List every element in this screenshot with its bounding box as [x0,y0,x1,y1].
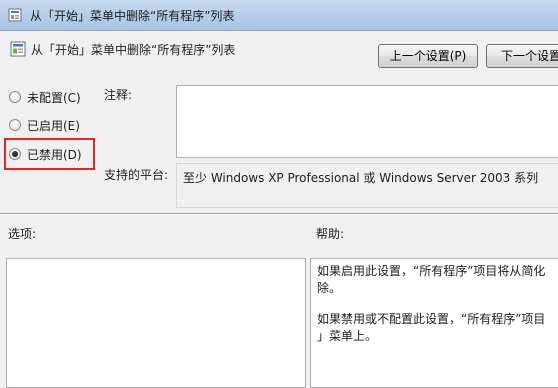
platform-label: 支持的平台: [104,168,169,182]
help-panel[interactable]: 如果启用此设置，“所有程序”项目将从简化 除。 如果禁用或不配置此设置，“所有程… [310,258,558,388]
radio-not-configured[interactable]: 未配置(C) [9,88,81,106]
help-label: 帮助: [316,227,345,241]
comment-label: 注释: [104,88,133,102]
comment-textarea[interactable] [176,85,558,158]
window-title: 从「开始」菜单中删除“所有程序”列表 [30,9,235,23]
page-title: 从「开始」菜单中删除“所有程序”列表 [31,43,236,57]
options-label: 选项: [8,227,37,241]
title-bar[interactable]: 从「开始」菜单中删除“所有程序”列表 [0,0,558,31]
help-paragraph: 如果禁用或不配置此设置，“所有程序”项目 」菜单上。 [317,312,546,343]
platform-field: 至少 Windows XP Professional 或 Windows Ser… [176,163,558,208]
radio-button[interactable] [9,119,21,131]
next-setting-button[interactable]: 下一个设置 [486,44,558,68]
previous-setting-button[interactable]: 上一个设置(P) [378,44,478,68]
radio-button[interactable] [9,91,21,103]
radio-label: 未配置(C) [27,90,81,105]
policy-settings-icon [10,41,26,57]
help-paragraph: 如果启用此设置，“所有程序”项目将从简化 除。 [317,264,546,295]
radio-label: 已启用(E) [27,118,80,133]
selection-highlight [4,138,95,170]
policy-settings-icon [8,8,22,22]
section-divider [0,213,558,215]
platform-value: 至少 Windows XP Professional 或 Windows Ser… [183,171,539,185]
radio-enabled[interactable]: 已启用(E) [9,116,80,134]
options-panel [6,258,306,388]
